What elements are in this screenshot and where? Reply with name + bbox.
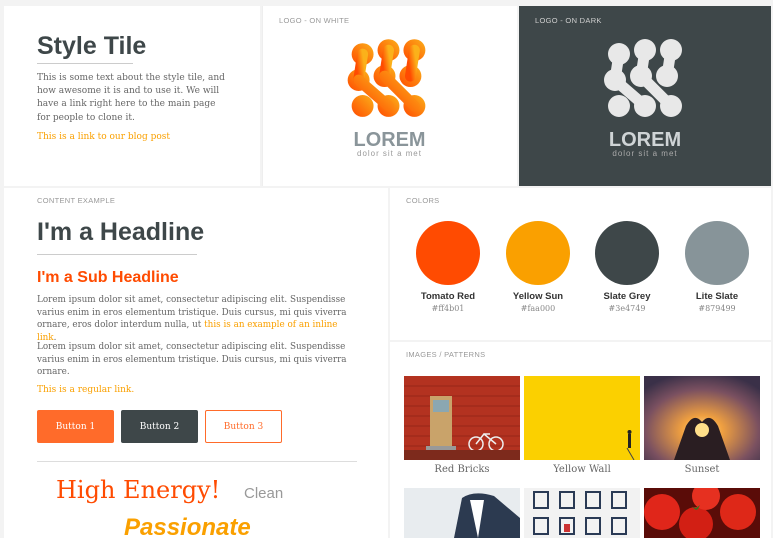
headline: I'm a Headline bbox=[37, 218, 205, 246]
style-tile-panel: Style Tile This is some text about the s… bbox=[4, 6, 260, 186]
logo-mark-white: LOREM dolor sit a met bbox=[604, 39, 682, 158]
headline-underline bbox=[37, 254, 197, 255]
paragraph-2: Lorem ipsum dolor sit amet, consectetur … bbox=[37, 342, 347, 378]
image-building-windows[interactable] bbox=[524, 488, 640, 538]
sub-headline: I'm a Sub Headline bbox=[37, 269, 179, 286]
swatch-circle bbox=[595, 221, 659, 285]
regular-link[interactable]: This is a regular link. bbox=[37, 385, 134, 395]
button-1[interactable]: Button 1 bbox=[37, 410, 114, 443]
swatch-circle bbox=[685, 221, 749, 285]
images-patterns-panel: IMAGES / PATTERNS Red Bricks Yellow Wall… bbox=[390, 342, 771, 538]
logo-tagline-dark: dolor sit a met bbox=[612, 149, 677, 158]
swatch-name: Slate Grey bbox=[603, 291, 651, 302]
style-tile-title: Style Tile bbox=[37, 32, 147, 60]
words-divider bbox=[37, 461, 357, 462]
paragraph-1: Lorem ipsum dolor sit amet, consectetur … bbox=[37, 295, 347, 343]
word-clean: Clean bbox=[244, 485, 284, 502]
image-sunset[interactable] bbox=[644, 376, 760, 460]
word-passionate: Passionate bbox=[124, 514, 251, 538]
image-tomatoes[interactable] bbox=[644, 488, 760, 538]
logo-wordmark-white: LOREM bbox=[354, 129, 426, 151]
image-label: Yellow Wall bbox=[553, 464, 611, 475]
image-man-suit[interactable] bbox=[404, 488, 520, 538]
image-label: Sunset bbox=[684, 464, 720, 475]
style-tile-intro: This is some text about the style tile, … bbox=[37, 73, 225, 123]
swatch-name: Tomato Red bbox=[420, 291, 476, 302]
image-red-bricks[interactable] bbox=[404, 376, 520, 460]
button-3[interactable]: Button 3 bbox=[205, 410, 282, 443]
swatch-name: Lite Slate bbox=[695, 291, 739, 302]
image-label: Red Bricks bbox=[434, 464, 490, 475]
logo-on-white-panel: LOGO - ON WHITE LOREM dolor sit a met bbox=[262, 6, 517, 186]
logo-mark-orange: LOREM dolor sit a met bbox=[347, 39, 426, 158]
swatch-lite-slate: Lite Slate #879499 bbox=[672, 221, 762, 313]
swatch-tomato-red: Tomato Red #ff4b01 bbox=[403, 221, 493, 313]
swatch-hex: #879499 bbox=[698, 304, 736, 313]
logo-on-dark-panel: LOGO - ON DARK LOREM dolor sit a met bbox=[519, 6, 771, 186]
word-high-energy: High Energy! bbox=[56, 476, 221, 504]
swatch-hex: #faa000 bbox=[520, 304, 556, 313]
colors-caption: COLORS bbox=[406, 196, 440, 205]
image-yellow-wall[interactable] bbox=[524, 376, 640, 460]
swatch-hex: #3e4749 bbox=[608, 304, 646, 313]
swatch-yellow-sun: Yellow Sun #faa000 bbox=[493, 221, 583, 313]
logo-wordmark-dark: LOREM bbox=[609, 129, 681, 151]
images-caption: IMAGES / PATTERNS bbox=[406, 350, 486, 359]
button-2[interactable]: Button 2 bbox=[121, 410, 198, 443]
swatch-slate-grey: Slate Grey #3e4749 bbox=[582, 221, 672, 313]
colors-panel: COLORS Tomato Red #ff4b01 Yellow Sun #fa… bbox=[390, 188, 771, 340]
swatch-circle bbox=[506, 221, 570, 285]
logo-tagline-white: dolor sit a met bbox=[357, 149, 422, 158]
swatch-circle bbox=[416, 221, 480, 285]
blog-post-link[interactable]: This is a link to our blog post bbox=[37, 132, 170, 142]
swatch-hex: #ff4b01 bbox=[431, 304, 465, 313]
title-underline bbox=[37, 63, 133, 64]
content-caption: CONTENT EXAMPLE bbox=[37, 196, 116, 205]
content-example-panel: CONTENT EXAMPLE I'm a Headline I'm a Sub… bbox=[4, 188, 388, 538]
swatch-name: Yellow Sun bbox=[512, 291, 564, 302]
